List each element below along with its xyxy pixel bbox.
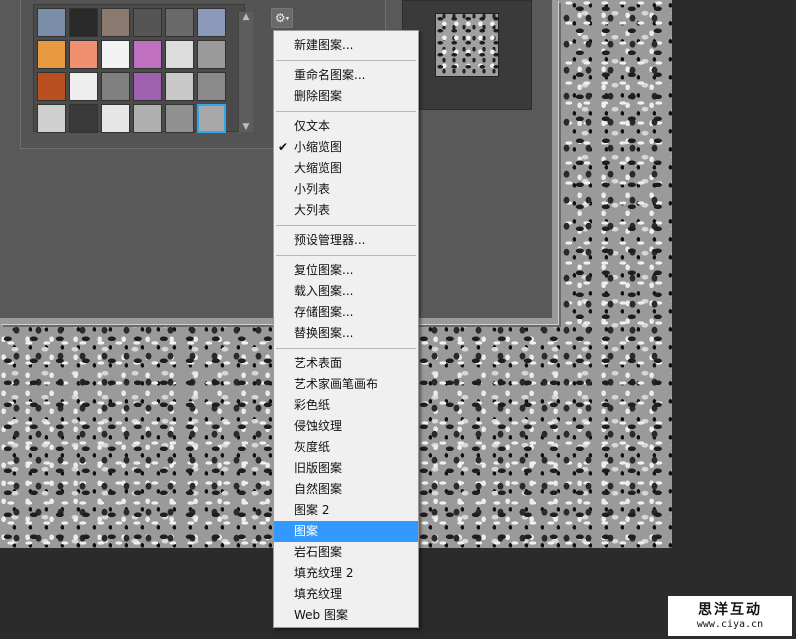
menu-item[interactable]: 填充纹理 (274, 584, 418, 605)
swatch-orange-weave[interactable] (37, 40, 66, 69)
menu-item[interactable]: 删除图案 (274, 86, 418, 107)
swatch-gravel[interactable] (165, 8, 194, 37)
menu-item[interactable]: 图案 (274, 521, 418, 542)
swatch-checker[interactable] (101, 72, 130, 101)
swatch-zebra[interactable] (133, 8, 162, 37)
chevron-down-icon: ▾ (285, 14, 290, 23)
swatch-plaid[interactable] (69, 8, 98, 37)
menu-item[interactable]: Web 图案 (274, 605, 418, 626)
pattern-swatch-grid (37, 8, 226, 133)
menu-item-label: 填充纹理 (294, 587, 343, 601)
swatch-rainbow[interactable] (133, 40, 162, 69)
menu-item[interactable]: 岩石图案 (274, 542, 418, 563)
menu-separator (276, 348, 416, 349)
menu-item[interactable]: 仅文本 (274, 116, 418, 137)
menu-item[interactable]: 图案 2 (274, 500, 418, 521)
menu-item-label: 新建图案... (294, 38, 354, 52)
menu-item-label: 替换图案... (294, 326, 354, 340)
picker-options-button[interactable]: ⚙▾ (271, 8, 293, 28)
menu-item[interactable]: 存储图案... (274, 302, 418, 323)
menu-item-label: 岩石图案 (294, 545, 343, 559)
menu-item-label: 侵蚀纹理 (294, 419, 343, 433)
menu-item-label: 自然图案 (294, 482, 343, 496)
swatch-scrollbar[interactable]: ▲ ▼ (238, 12, 253, 132)
swatch-grey-blotch[interactable] (165, 104, 194, 133)
swatch-dots[interactable] (37, 104, 66, 133)
menu-item-label: 预设管理器... (294, 233, 366, 247)
menu-item-label: 存储图案... (294, 305, 354, 319)
swatch-rust[interactable] (37, 72, 66, 101)
menu-item-label: 仅文本 (294, 119, 331, 133)
swatch-stones[interactable] (197, 72, 226, 101)
swatch-bricks-dark[interactable] (101, 8, 130, 37)
menu-item[interactable]: 旧版图案 (274, 458, 418, 479)
menu-separator (276, 60, 416, 61)
menu-item-label: 大缩览图 (294, 161, 343, 175)
menu-item-label: 艺术家画笔画布 (294, 377, 379, 391)
menu-item[interactable]: 复位图案... (274, 260, 418, 281)
pattern-preview-thumbnail (435, 13, 499, 77)
menu-item[interactable]: 预设管理器... (274, 230, 418, 251)
menu-item[interactable]: 大列表 (274, 200, 418, 221)
checkmark-icon: ✔ (278, 140, 289, 154)
pattern-preview-panel (402, 0, 532, 110)
scroll-up-icon[interactable]: ▲ (239, 12, 253, 22)
menu-item-label: 填充纹理 2 (294, 566, 354, 580)
gear-icon: ⚙ (274, 11, 286, 25)
menu-item[interactable]: 艺术表面 (274, 353, 418, 374)
menu-item[interactable]: 重命名图案... (274, 65, 418, 86)
watermark-badge: 思洋互动 www.ciya.cn (668, 596, 792, 636)
pattern-swatch-panel: ▲ ▼ (33, 4, 253, 133)
scroll-down-icon[interactable]: ▼ (239, 122, 253, 132)
menu-item[interactable]: 小列表 (274, 179, 418, 200)
watermark-title: 思洋互动 (698, 602, 762, 618)
menu-item[interactable]: 灰度纸 (274, 437, 418, 458)
menu-item-label: 复位图案... (294, 263, 354, 277)
swatch-speckle[interactable] (165, 40, 194, 69)
menu-item-label: 小缩览图 (294, 140, 343, 154)
menu-item[interactable]: 彩色纸 (274, 395, 418, 416)
menu-item-label: 灰度纸 (294, 440, 331, 454)
menu-item[interactable]: 大缩览图 (274, 158, 418, 179)
menu-item-label: 旧版图案 (294, 461, 343, 475)
menu-item[interactable]: 新建图案... (274, 35, 418, 56)
menu-item-label: 小列表 (294, 182, 331, 196)
menu-item-label: 图案 2 (294, 503, 330, 517)
menu-item-label: 艺术表面 (294, 356, 343, 370)
swatch-cobble[interactable] (197, 40, 226, 69)
menu-item-label: 图案 (294, 524, 319, 538)
menu-item[interactable]: 替换图案... (274, 323, 418, 344)
swatch-blue-grey[interactable] (197, 8, 226, 37)
menu-item[interactable]: 填充纹理 2 (274, 563, 418, 584)
menu-item[interactable]: 自然图案 (274, 479, 418, 500)
menu-item[interactable]: 艺术家画笔画布 (274, 374, 418, 395)
swatch-current-pattern[interactable] (197, 104, 226, 133)
swatch-salmon-grid[interactable] (69, 40, 98, 69)
swatch-white-bricks[interactable] (101, 104, 130, 133)
menu-item-label: 彩色纸 (294, 398, 331, 412)
menu-item-label: Web 图案 (294, 608, 348, 622)
menu-item-label: 删除图案 (294, 89, 343, 103)
watermark-url: www.ciya.cn (696, 619, 764, 630)
swatch-concentric[interactable] (69, 72, 98, 101)
menu-item[interactable]: 侵蚀纹理 (274, 416, 418, 437)
pattern-options-menu: 新建图案... 重命名图案... 删除图案仅文本 ✔ 小缩览图大缩览图小列表大列表预设管… (273, 30, 419, 628)
swatch-purple-mix[interactable] (133, 72, 162, 101)
menu-item[interactable]: ✔ 小缩览图 (274, 137, 418, 158)
menu-item-label: 重命名图案... (294, 68, 366, 82)
menu-item-label: 载入图案... (294, 284, 354, 298)
swatch-stripe-noise[interactable] (69, 104, 98, 133)
swatch-bubbles[interactable] (37, 8, 66, 37)
menu-separator (276, 225, 416, 226)
swatch-grey-cloud[interactable] (133, 104, 162, 133)
swatch-white-grid[interactable] (101, 40, 130, 69)
swatch-noise[interactable] (165, 72, 194, 101)
menu-separator (276, 111, 416, 112)
menu-item-label: 大列表 (294, 203, 331, 217)
menu-item[interactable]: 载入图案... (274, 281, 418, 302)
menu-separator (276, 255, 416, 256)
